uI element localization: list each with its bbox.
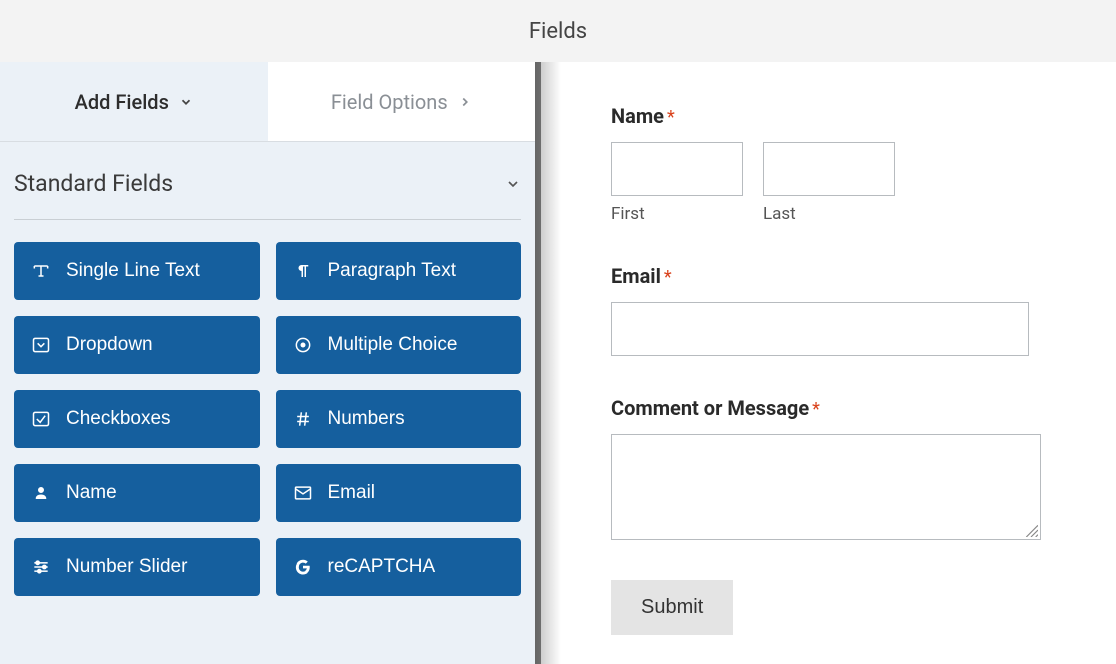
text-type-icon bbox=[30, 260, 52, 282]
field-button-checkboxes[interactable]: Checkboxes bbox=[14, 390, 260, 448]
page-title: Fields bbox=[529, 19, 587, 44]
tab-field-options[interactable]: Field Options bbox=[268, 62, 536, 141]
tab-field-options-label: Field Options bbox=[331, 90, 448, 114]
page-header: Fields bbox=[0, 0, 1116, 62]
sliders-icon bbox=[30, 556, 52, 578]
name-last-column: Last bbox=[763, 142, 895, 224]
field-button-label: Name bbox=[66, 482, 117, 504]
google-g-icon bbox=[292, 556, 314, 578]
radio-dot-icon bbox=[292, 334, 314, 356]
chevron-down-icon bbox=[179, 95, 193, 109]
last-name-input[interactable] bbox=[763, 142, 895, 196]
form-field-name[interactable]: Name* First Last bbox=[611, 104, 1046, 224]
email-input[interactable] bbox=[611, 302, 1029, 356]
field-button-email[interactable]: Email bbox=[276, 464, 522, 522]
required-star-icon: * bbox=[812, 399, 820, 420]
field-grid: Single Line Text Paragraph Text Dropdown Mu… bbox=[14, 242, 521, 596]
required-star-icon: * bbox=[664, 267, 672, 288]
chevron-down-icon bbox=[505, 176, 521, 192]
field-button-recaptcha[interactable]: reCAPTCHA bbox=[276, 538, 522, 596]
field-button-label: Dropdown bbox=[66, 334, 153, 356]
field-button-dropdown[interactable]: Dropdown bbox=[14, 316, 260, 374]
user-icon bbox=[30, 482, 52, 504]
field-button-label: Paragraph Text bbox=[328, 260, 457, 282]
required-star-icon: * bbox=[667, 107, 675, 128]
tab-add-fields[interactable]: Add Fields bbox=[0, 62, 268, 141]
field-button-label: Email bbox=[328, 482, 376, 504]
field-button-numbers[interactable]: Numbers bbox=[276, 390, 522, 448]
envelope-icon bbox=[292, 482, 314, 504]
chevron-right-icon bbox=[458, 95, 472, 109]
paragraph-icon bbox=[292, 260, 314, 282]
comment-textarea[interactable] bbox=[611, 434, 1041, 540]
field-button-paragraph-text[interactable]: Paragraph Text bbox=[276, 242, 522, 300]
resize-grip-icon[interactable] bbox=[1024, 523, 1038, 537]
form-field-comment[interactable]: Comment or Message* bbox=[611, 396, 1046, 540]
field-button-single-line-text[interactable]: Single Line Text bbox=[14, 242, 260, 300]
left-panel: Add Fields Field Options Standard Fields bbox=[0, 62, 535, 664]
field-button-label: Multiple Choice bbox=[328, 334, 458, 356]
fields-section: Standard Fields Single Line Text Paragrap… bbox=[0, 142, 535, 664]
first-name-input[interactable] bbox=[611, 142, 743, 196]
field-button-label: reCAPTCHA bbox=[328, 556, 436, 578]
form-field-email[interactable]: Email* bbox=[611, 264, 1046, 356]
sublabel-last: Last bbox=[763, 204, 895, 224]
caret-square-icon bbox=[30, 334, 52, 356]
field-label-comment: Comment or Message bbox=[611, 396, 809, 420]
field-button-label: Checkboxes bbox=[66, 408, 171, 430]
main-container: Add Fields Field Options Standard Fields bbox=[0, 62, 1116, 664]
field-button-multiple-choice[interactable]: Multiple Choice bbox=[276, 316, 522, 374]
right-wrapper: Name* First Last Email* bbox=[535, 62, 1116, 664]
sublabel-first: First bbox=[611, 204, 743, 224]
tabs-row: Add Fields Field Options bbox=[0, 62, 535, 142]
section-title: Standard Fields bbox=[14, 170, 173, 197]
form-preview: Name* First Last Email* bbox=[541, 62, 1116, 664]
check-square-icon bbox=[30, 408, 52, 430]
field-button-number-slider[interactable]: Number Slider bbox=[14, 538, 260, 596]
submit-button[interactable]: Submit bbox=[611, 580, 733, 635]
tab-add-fields-label: Add Fields bbox=[75, 90, 169, 114]
field-label-name: Name bbox=[611, 104, 664, 128]
field-button-label: Numbers bbox=[328, 408, 405, 430]
field-button-label: Single Line Text bbox=[66, 260, 200, 282]
name-inputs-row: First Last bbox=[611, 142, 1046, 224]
field-button-name[interactable]: Name bbox=[14, 464, 260, 522]
name-first-column: First bbox=[611, 142, 743, 224]
field-label-email: Email bbox=[611, 264, 661, 288]
section-header-standard-fields[interactable]: Standard Fields bbox=[14, 170, 521, 220]
hash-icon bbox=[292, 408, 314, 430]
field-button-label: Number Slider bbox=[66, 556, 187, 578]
